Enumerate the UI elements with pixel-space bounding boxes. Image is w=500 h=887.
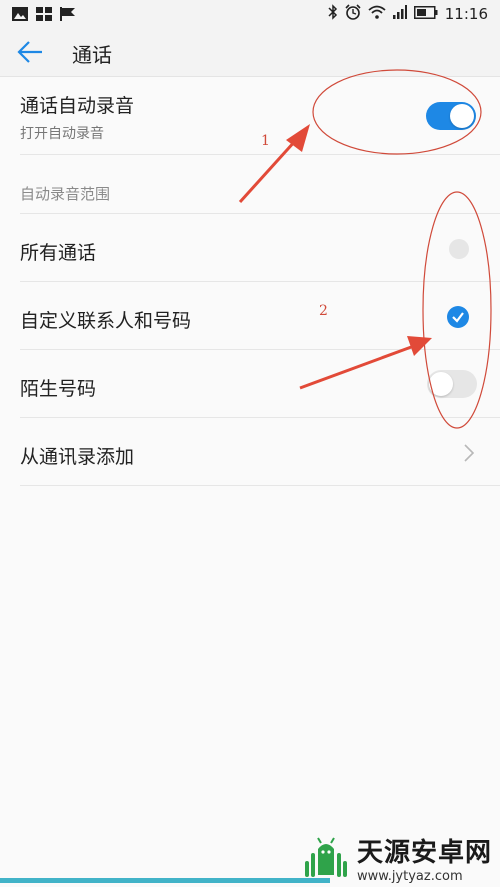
status-left-icons <box>12 6 76 25</box>
checkmark-icon <box>452 312 464 323</box>
section-divider <box>20 155 500 214</box>
option-unknown-numbers-label: 陌生号码 <box>20 378 97 400</box>
grid-app-icon <box>36 6 52 25</box>
alarm-icon <box>345 4 361 24</box>
watermark-logo-icon <box>304 837 347 877</box>
custom-contacts-radio[interactable] <box>447 306 469 328</box>
wifi-icon <box>368 5 386 23</box>
toggle-knob <box>450 104 474 128</box>
bottom-accent-line <box>0 878 330 883</box>
status-right: 11:16 <box>328 4 488 24</box>
option-custom-contacts-label: 自定义联系人和号码 <box>20 310 192 332</box>
signal-icon <box>392 5 407 23</box>
option-all-calls[interactable]: 所有通话 <box>20 214 500 282</box>
auto-record-label: 通话自动录音 <box>20 95 135 117</box>
add-from-contacts-label: 从通讯录添加 <box>20 446 135 468</box>
unknown-numbers-toggle[interactable] <box>427 370 477 398</box>
title-bar: 通话 <box>0 28 500 77</box>
back-arrow-icon <box>17 41 42 63</box>
status-bar: 11:16 <box>0 0 500 28</box>
option-custom-contacts[interactable]: 自定义联系人和号码 <box>20 282 500 350</box>
toggle-knob <box>429 372 453 396</box>
flag-icon <box>60 6 76 25</box>
auto-record-toggle[interactable] <box>426 102 476 130</box>
watermark-title: 天源安卓网 <box>356 838 492 868</box>
auto-record-sublabel: 打开自动录音 <box>20 126 104 142</box>
page-title: 通话 <box>72 43 112 67</box>
watermark-url: www.jytyaz.com <box>356 869 463 884</box>
annotation-number-1: 1 <box>261 133 270 149</box>
annotation-number-2: 2 <box>319 303 328 319</box>
option-all-calls-label: 所有通话 <box>20 242 97 264</box>
battery-icon <box>413 5 438 23</box>
status-time: 11:16 <box>444 5 488 23</box>
back-button[interactable] <box>16 38 46 66</box>
add-from-contacts-row[interactable]: 从通讯录添加 <box>20 418 500 486</box>
chevron-right-icon[interactable] <box>463 443 475 463</box>
image-icon <box>12 6 28 25</box>
watermark: 天源安卓网 www.jytyaz.com <box>301 832 492 884</box>
all-calls-radio[interactable] <box>449 239 469 259</box>
bluetooth-icon <box>328 4 338 24</box>
